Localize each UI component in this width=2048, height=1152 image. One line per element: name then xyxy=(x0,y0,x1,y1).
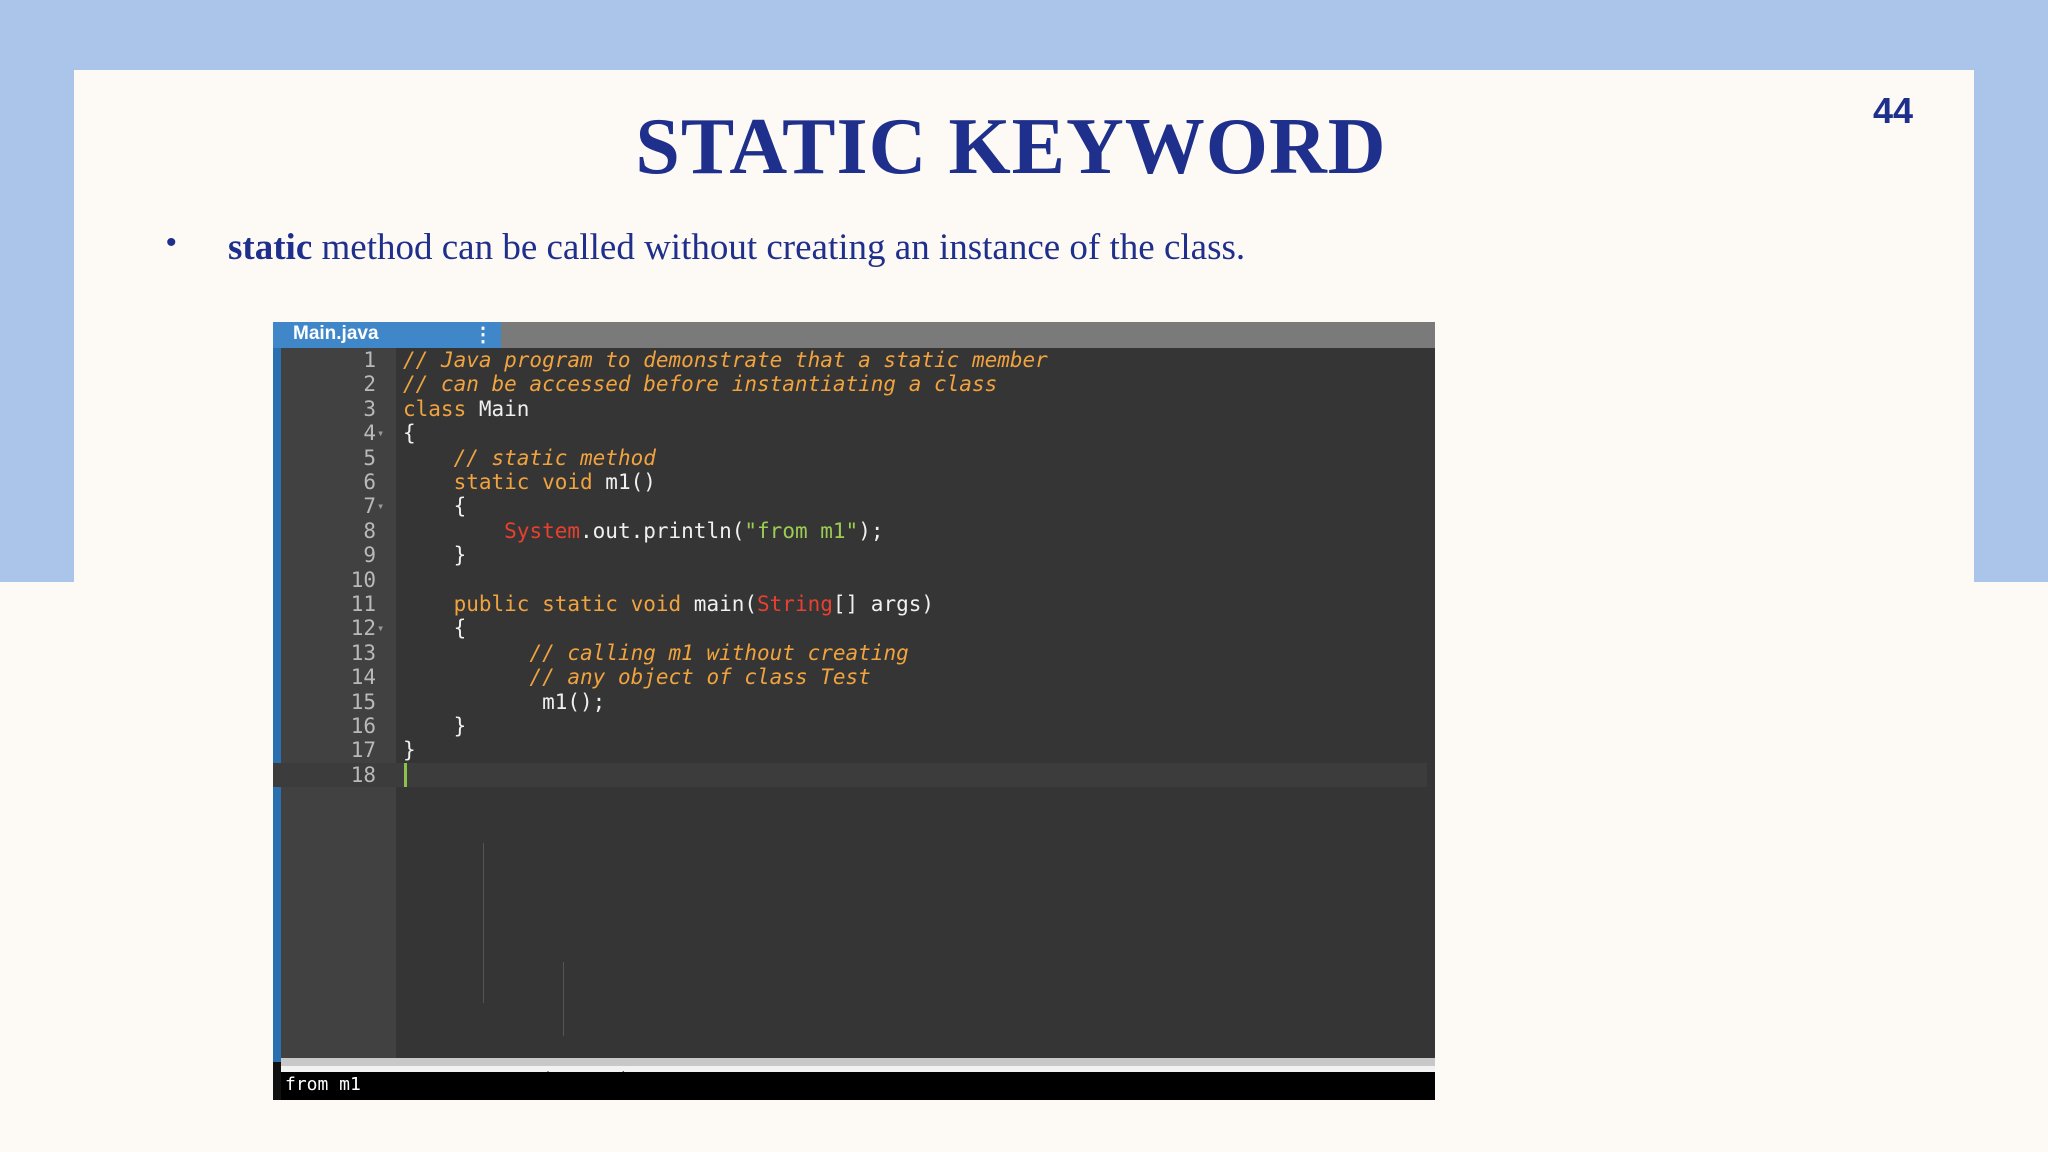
code-comment: // calling m1 without creating xyxy=(529,640,909,665)
line-number: 13 xyxy=(350,640,376,665)
line-number: 1 xyxy=(363,348,376,372)
line-number: 16 xyxy=(350,714,376,738)
code-keyword: static void xyxy=(453,470,593,494)
code-text: } xyxy=(453,543,467,568)
bullet-keyword: static xyxy=(228,227,313,268)
code-line[interactable]: 18 xyxy=(273,762,1427,788)
indent-guide xyxy=(483,843,484,1003)
code-keyword: public static void xyxy=(453,592,682,616)
code-content: // calling m1 without creating xyxy=(403,640,909,665)
code-text: main( xyxy=(681,592,758,616)
code-comment: // any object of class Test xyxy=(529,665,871,690)
code-comment: // can be accessed before instantiating … xyxy=(403,372,998,397)
code-line[interactable]: 9 } xyxy=(273,543,1427,567)
code-line[interactable]: 7 ▾ { xyxy=(273,494,1427,518)
code-comment: // static method xyxy=(453,445,656,470)
code-content: m1(); xyxy=(403,690,605,714)
code-content: public static void main(String[] args) xyxy=(403,592,934,616)
fold-arrow-icon[interactable]: ▾ xyxy=(377,616,384,640)
editor-left-strip-bottom xyxy=(273,1062,281,1100)
code-text: { xyxy=(453,494,467,519)
code-line[interactable]: 8 System.out.println("from m1"); xyxy=(273,519,1427,543)
code-line[interactable]: 3 class Main xyxy=(273,397,1427,421)
code-content: // any object of class Test xyxy=(403,665,871,690)
code-text: } xyxy=(403,738,416,763)
code-text: m1(); xyxy=(542,689,606,714)
console-output: from m1 xyxy=(281,1072,1435,1100)
code-content: // can be accessed before instantiating … xyxy=(403,372,997,396)
console-text: from m1 xyxy=(285,1074,361,1095)
fold-arrow-icon[interactable]: ▾ xyxy=(377,421,384,445)
code-line[interactable]: 16 } xyxy=(273,714,1427,738)
line-number: 18 xyxy=(350,762,376,787)
code-editor-screenshot: Main.java ⋮ 1 // Java program to demonstr… xyxy=(273,322,1435,1100)
code-keyword: class xyxy=(403,396,467,421)
line-number: 9 xyxy=(363,543,376,568)
code-line[interactable]: 17} xyxy=(273,738,1427,762)
code-line[interactable]: 15 m1(); xyxy=(273,690,1427,714)
line-number: 12 xyxy=(350,616,376,641)
code-line[interactable]: 6 static void m1() xyxy=(273,470,1427,494)
code-text: Main xyxy=(466,396,530,421)
code-text: .out.println( xyxy=(580,518,745,543)
code-comment: // Java program to demonstrate that a st… xyxy=(403,348,1048,372)
line-number: 2 xyxy=(363,372,376,397)
code-line[interactable]: 13 // calling m1 without creating xyxy=(273,641,1427,665)
line-number: 6 xyxy=(363,470,376,494)
code-content: { xyxy=(403,616,467,641)
code-line[interactable]: 12 ▾ { xyxy=(273,616,1427,640)
code-line[interactable]: 5 // static method xyxy=(273,446,1427,470)
code-text: { xyxy=(403,421,416,446)
kebab-menu-icon[interactable]: ⋮ xyxy=(473,322,493,347)
line-number: 3 xyxy=(363,396,376,421)
code-content: } xyxy=(403,714,467,738)
code-string: "from m1" xyxy=(744,518,859,543)
code-line[interactable]: 2 // can be accessed before instantiating… xyxy=(273,372,1427,396)
code-class: String xyxy=(757,592,833,616)
line-number: 11 xyxy=(350,592,376,616)
code-line[interactable]: 1 // Java program to demonstrate that a s… xyxy=(273,348,1427,372)
slide-title: STATIC KEYWORD xyxy=(635,103,1387,191)
code-content: static void m1() xyxy=(403,470,656,494)
bullet-body: method can be called without creating an… xyxy=(312,227,1246,268)
code-content: { xyxy=(403,421,416,445)
code-content: // Java program to demonstrate that a st… xyxy=(403,348,1048,372)
code-text: } xyxy=(453,714,467,738)
code-text: m1() xyxy=(592,470,656,494)
line-number: 17 xyxy=(350,738,376,763)
code-content: } xyxy=(403,543,467,568)
code-text: { xyxy=(453,616,467,641)
line-number: 8 xyxy=(363,518,376,543)
code-class: System xyxy=(504,518,581,543)
code-text: ); xyxy=(858,518,884,543)
line-number: 4 xyxy=(363,421,376,446)
code-content: { xyxy=(403,494,467,519)
line-number: 5 xyxy=(363,445,376,470)
tab-main-java[interactable]: Main.java ⋮ xyxy=(273,322,501,348)
code-line[interactable]: 10 xyxy=(273,568,1427,592)
code-line[interactable]: 14 // any object of class Test xyxy=(273,665,1427,689)
indent-guide xyxy=(563,962,564,1036)
panel-separator[interactable] xyxy=(281,1058,1435,1066)
text-cursor xyxy=(404,762,407,788)
bullet-text: static method can be called without crea… xyxy=(228,226,1245,269)
editor-tab-bar: Main.java ⋮ xyxy=(273,322,1435,348)
bullet-dot: • xyxy=(166,226,177,259)
fold-arrow-icon[interactable]: ▾ xyxy=(377,494,384,518)
code-content: System.out.println("from m1"); xyxy=(403,519,883,543)
code-content: } xyxy=(403,738,416,762)
code-line[interactable]: 11 public static void main(String[] args… xyxy=(273,592,1427,616)
code-text: [] args) xyxy=(832,592,935,616)
line-number: 14 xyxy=(350,665,376,690)
line-number: 7 xyxy=(363,494,376,519)
line-number: 15 xyxy=(350,689,376,714)
code-content: class Main xyxy=(403,397,529,421)
line-number: 10 xyxy=(350,567,376,592)
code-content: // static method xyxy=(403,446,656,470)
code-line[interactable]: 4 ▾ { xyxy=(273,421,1427,445)
tab-label: Main.java xyxy=(293,323,379,344)
